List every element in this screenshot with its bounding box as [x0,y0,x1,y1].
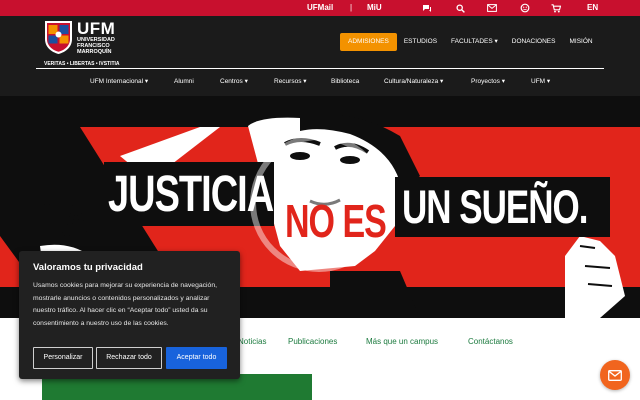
tab-contactanos[interactable]: Contáctanos [468,337,513,346]
nav-admisiones[interactable]: ADMISIONES [340,33,397,51]
language-switch[interactable]: EN [587,0,598,16]
subnav-cultura-naturaleza[interactable]: Cultura/Naturaleza ▾ [384,72,443,92]
logo-wordmark: UFM UNIVERSIDAD FRANCISCO MARROQUÍN [77,20,115,55]
tab-noticias[interactable]: Noticias [238,337,266,346]
site-header: UFM UNIVERSIDAD FRANCISCO MARROQUÍN VERI… [0,16,640,96]
cookie-consent-banner: Valoramos tu privacidad Usamos cookies p… [19,251,240,379]
tab-mas-que-un-campus[interactable]: Más que un campus [366,337,438,346]
envelope-icon [608,369,622,381]
nav-estudios[interactable]: ESTUDIOS [397,33,444,51]
hero-word-la: LA [42,192,89,249]
subnav-ufm-internacional[interactable]: UFM Internacional ▾ [90,72,148,92]
cart-icon[interactable] [551,3,561,13]
cookie-accept-button[interactable]: Aceptar todo [166,347,227,369]
play-icon[interactable] [297,164,377,244]
cookie-customize-button[interactable]: Personalizar [33,347,93,369]
cookie-description: Usamos cookies para mejorar su experienc… [33,282,217,327]
nav-mision[interactable]: MISIÓN [562,33,599,51]
main-nav: ADMISIONES ESTUDIOS FACULTADES ▾ DONACIO… [340,33,600,51]
chat-icon[interactable] [422,3,432,13]
secondary-nav: UFM Internacional ▾ Alumni Centros ▾ Rec… [0,72,640,92]
tab-publicaciones[interactable]: Publicaciones [288,337,337,346]
subnav-ufm[interactable]: UFM ▾ [531,72,550,92]
subnav-recursos[interactable]: Recursos ▾ [274,72,307,92]
nav-donaciones[interactable]: DONACIONES [505,33,563,51]
cookie-reject-button[interactable]: Rechazar todo [96,347,162,369]
search-icon[interactable] [455,3,465,13]
ufm-logo[interactable]: UFM UNIVERSIDAD FRANCISCO MARROQUÍN VERI… [44,20,134,68]
logo-line-3: MARROQUÍN [77,49,112,55]
hero-word-justicia: JUSTICIA [108,166,274,223]
topbar-separator: | [350,3,353,12]
logo-motto: VERITAS • LIBERTAS • IVSTITIA [44,61,120,67]
ufmail-link[interactable]: UFMail [307,0,333,16]
subnav-proyectos[interactable]: Proyectos ▾ [471,72,505,92]
cookie-title: Valoramos tu privacidad [33,262,143,273]
subnav-centros[interactable]: Centros ▾ [220,72,248,92]
utility-bar: UFMail | MiU EN [0,0,640,16]
contact-fab[interactable] [600,360,630,390]
header-divider [36,68,604,69]
hero-word-un-sueno: UN SUEÑO. [402,181,588,234]
subnav-alumni[interactable]: Alumni [174,72,194,92]
subnav-biblioteca[interactable]: Biblioteca [331,72,359,92]
support-icon[interactable] [520,3,530,13]
miu-link[interactable]: MiU [367,0,382,16]
ufm-shield-icon [45,21,72,54]
mail-icon[interactable] [487,3,497,13]
logo-ufm-text: UFM [77,19,116,38]
nav-facultades[interactable]: FACULTADES ▾ [444,33,505,51]
